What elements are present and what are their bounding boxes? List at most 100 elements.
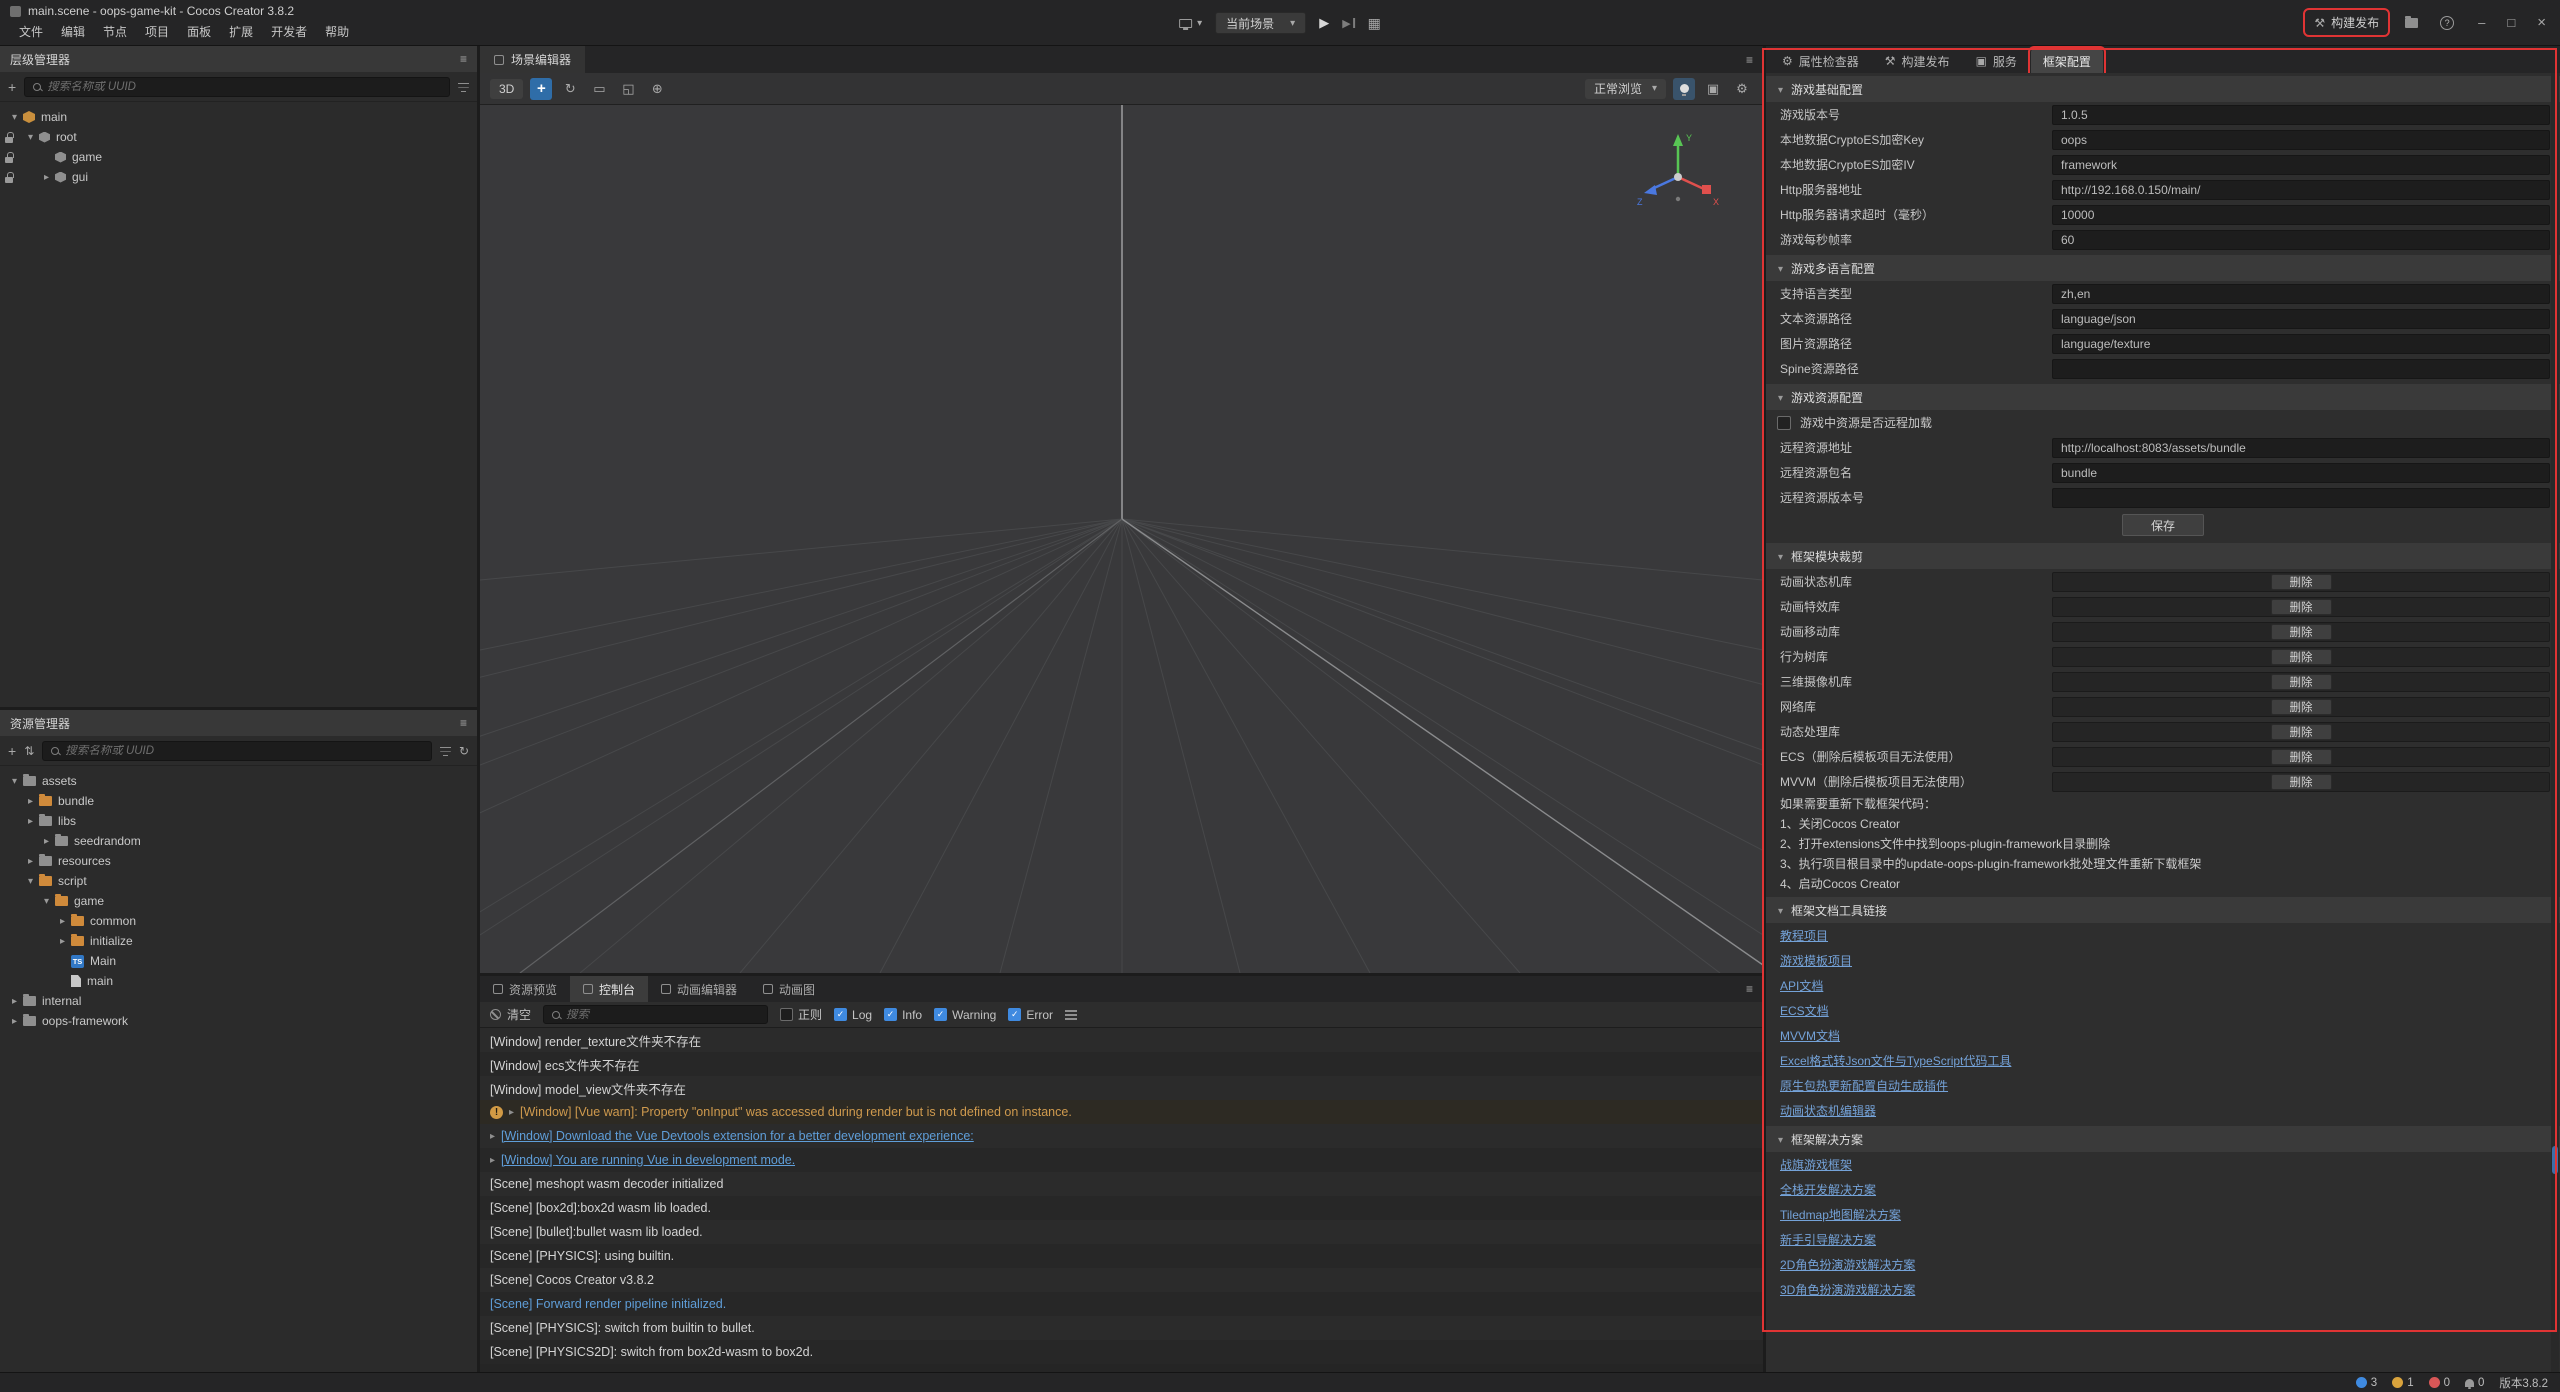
delete-module-button[interactable]: 删除 xyxy=(2271,699,2332,715)
tree-node[interactable]: root xyxy=(0,127,477,147)
panel-menu-icon[interactable] xyxy=(1746,53,1763,67)
field-input[interactable] xyxy=(2052,359,2550,379)
field-input[interactable]: framework xyxy=(2052,155,2550,175)
close-button[interactable] xyxy=(2537,14,2546,31)
filter-icon[interactable] xyxy=(440,746,451,756)
delete-module-button[interactable]: 删除 xyxy=(2271,649,2332,665)
external-link[interactable]: Tiledmap地图解决方案 xyxy=(1780,1206,1901,1223)
field-input[interactable]: 1.0.5 xyxy=(2052,105,2550,125)
console-search-input[interactable] xyxy=(566,1009,759,1021)
maximize-button[interactable] xyxy=(2507,14,2515,31)
field-input[interactable]: 10000 xyxy=(2052,205,2550,225)
console-log-row[interactable]: [Scene] Forward render pipeline initiali… xyxy=(480,1292,1763,1316)
tab-console[interactable]: 控制台 xyxy=(570,976,648,1002)
expand-arrow-icon[interactable] xyxy=(24,816,37,827)
move-tool-button[interactable] xyxy=(530,78,552,100)
checkbox-icon[interactable] xyxy=(1777,416,1791,430)
expand-arrow-icon[interactable] xyxy=(509,1107,514,1118)
add-node-button[interactable] xyxy=(8,79,16,95)
expand-arrow-icon[interactable] xyxy=(40,836,53,847)
warning-count[interactable]: 1 xyxy=(2392,1377,2413,1389)
tree-node[interactable]: game xyxy=(0,147,477,167)
delete-module-button[interactable]: 删除 xyxy=(2271,749,2332,765)
project-folder-icon[interactable] xyxy=(2405,18,2418,28)
delete-module-button[interactable]: 删除 xyxy=(2271,674,2332,690)
tab-framework-config[interactable]: 框架配置 xyxy=(2031,49,2103,73)
hierarchy-search[interactable] xyxy=(24,77,450,97)
inspector-scrollbar[interactable] xyxy=(2551,73,2559,1372)
rotate-tool-button[interactable] xyxy=(559,78,581,100)
notification-count[interactable]: 0 xyxy=(2465,1377,2484,1389)
tab-scene-editor[interactable]: 场景编辑器 xyxy=(480,46,585,73)
view-gizmo[interactable]: Y X Z xyxy=(1633,127,1723,217)
filter-warning-checkbox[interactable]: Warning xyxy=(934,1008,996,1022)
tree-node[interactable]: resources xyxy=(0,851,477,871)
field-input[interactable]: http://localhost:8083/assets/bundle xyxy=(2052,438,2550,458)
field-input[interactable]: language/texture xyxy=(2052,334,2550,354)
tab-animation-editor[interactable]: 动画编辑器 xyxy=(648,976,750,1002)
layout-grid-button[interactable] xyxy=(1368,15,1381,32)
refresh-icon[interactable] xyxy=(459,744,469,758)
section-header-resources[interactable]: 游戏资源配置 xyxy=(1766,384,2560,410)
add-asset-button[interactable] xyxy=(8,743,16,759)
assets-search[interactable] xyxy=(42,741,432,761)
filter-error-checkbox[interactable]: Error xyxy=(1008,1008,1053,1022)
scrollbar-thumb[interactable] xyxy=(2552,1146,2558,1174)
panel-menu-icon[interactable] xyxy=(1746,982,1763,996)
expand-arrow-icon[interactable] xyxy=(24,132,37,143)
console-log-row[interactable]: [Window] render_texture文件夹不存在 xyxy=(480,1028,1763,1052)
expand-arrow-icon[interactable] xyxy=(8,996,21,1007)
delete-module-button[interactable]: 删除 xyxy=(2271,774,2332,790)
tree-node[interactable]: internal xyxy=(0,991,477,1011)
console-log-row[interactable]: [Scene] Cocos Creator v3.8.2 xyxy=(480,1268,1763,1292)
field-input[interactable]: language/json xyxy=(2052,309,2550,329)
external-link[interactable]: 动画状态机编辑器 xyxy=(1780,1102,1876,1119)
console-log-row[interactable]: [Scene] [PHYSICS]: switch from builtin t… xyxy=(480,1316,1763,1340)
expand-arrow-icon[interactable] xyxy=(40,896,53,907)
expand-arrow-icon[interactable] xyxy=(56,936,69,947)
section-header-solutions[interactable]: 框架解决方案 xyxy=(1766,1126,2560,1152)
tree-node[interactable]: assets xyxy=(0,771,477,791)
expand-arrow-icon[interactable] xyxy=(56,916,69,927)
external-link[interactable]: API文档 xyxy=(1780,977,1823,994)
external-link[interactable]: 全栈开发解决方案 xyxy=(1780,1181,1876,1198)
tree-node[interactable]: Main xyxy=(0,951,477,971)
tab-services[interactable]: 服务 xyxy=(1964,49,2029,73)
filter-icon[interactable] xyxy=(458,82,469,92)
console-log-row[interactable]: [Scene] [box2d]:box2d wasm lib loaded. xyxy=(480,1196,1763,1220)
console-log-row[interactable]: [Scene] [PHYSICS]: using builtin. xyxy=(480,1244,1763,1268)
expand-arrow-icon[interactable] xyxy=(24,876,37,887)
field-input[interactable]: oops xyxy=(2052,130,2550,150)
external-link[interactable]: 3D角色扮演游戏解决方案 xyxy=(1780,1281,1915,1298)
tree-node[interactable]: bundle xyxy=(0,791,477,811)
console-log-row[interactable]: [Window] Download the Vue Devtools exten… xyxy=(480,1124,1763,1148)
expand-arrow-icon[interactable] xyxy=(490,1155,495,1166)
external-link[interactable]: 战旗游戏框架 xyxy=(1780,1156,1852,1173)
console-log-row[interactable]: [Scene] [bullet]:bullet wasm lib loaded. xyxy=(480,1220,1763,1244)
console-log-row[interactable]: [Window] [Vue warn]: Property "onInput" … xyxy=(480,1100,1763,1124)
tab-animation-graph[interactable]: 动画图 xyxy=(750,976,828,1002)
mode-3d-button[interactable]: 3D xyxy=(490,79,523,99)
tree-node[interactable]: oops-framework xyxy=(0,1011,477,1031)
menu-item[interactable]: 编辑 xyxy=(52,22,94,41)
section-header-language[interactable]: 游戏多语言配置 xyxy=(1766,255,2560,281)
external-link[interactable]: 教程项目 xyxy=(1780,927,1828,944)
console-log-row[interactable]: [Window] You are running Vue in developm… xyxy=(480,1148,1763,1172)
tree-node[interactable]: libs xyxy=(0,811,477,831)
external-link[interactable]: 新手引导解决方案 xyxy=(1780,1231,1876,1248)
menu-item[interactable]: 帮助 xyxy=(316,22,358,41)
device-select[interactable] xyxy=(1179,18,1202,29)
tab-asset-preview[interactable]: 资源预览 xyxy=(480,976,570,1002)
tree-node[interactable]: seedrandom xyxy=(0,831,477,851)
field-input[interactable] xyxy=(2052,488,2550,508)
error-count[interactable]: 0 xyxy=(2429,1377,2450,1389)
expand-arrow-icon[interactable] xyxy=(40,172,53,183)
step-button[interactable] xyxy=(1342,17,1354,30)
console-log-row[interactable]: [Window] model_view文件夹不存在 xyxy=(480,1076,1763,1100)
menu-item[interactable]: 扩展 xyxy=(220,22,262,41)
expand-arrow-icon[interactable] xyxy=(24,796,37,807)
delete-module-button[interactable]: 删除 xyxy=(2271,724,2332,740)
delete-module-button[interactable]: 删除 xyxy=(2271,624,2332,640)
filter-log-checkbox[interactable]: Log xyxy=(834,1008,872,1022)
expand-arrow-icon[interactable] xyxy=(24,856,37,867)
